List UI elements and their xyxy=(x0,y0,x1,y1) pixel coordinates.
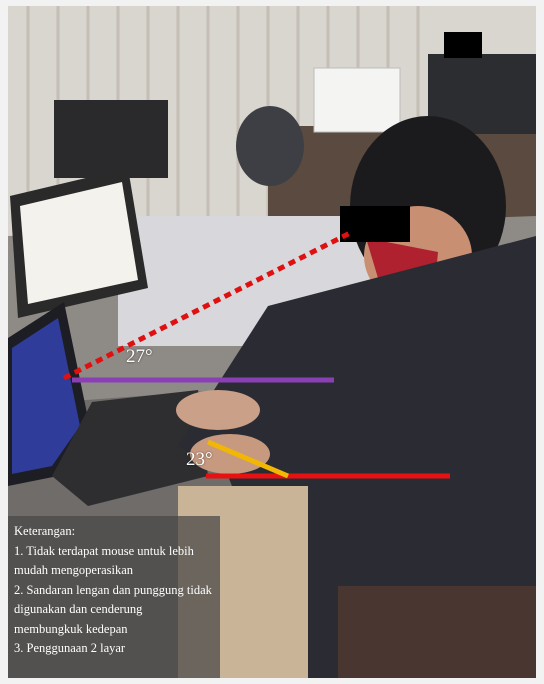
dark-monitor xyxy=(54,100,168,178)
image-frame: 27° 23° Keterangan: 1. Tidak terdapat mo… xyxy=(0,0,544,684)
privacy-box-top xyxy=(444,32,482,58)
privacy-box-face xyxy=(340,206,410,242)
right-hand xyxy=(176,390,260,430)
workstation-photo: 27° 23° Keterangan: 1. Tidak terdapat mo… xyxy=(8,6,536,678)
notes-title: Keterangan: xyxy=(14,524,76,538)
note-item-1: 1. Tidak terdapat mouse untuk lebih muda… xyxy=(14,543,194,578)
note-item-2: 2. Sandaran lengan dan punggung tidak di… xyxy=(14,582,212,636)
floor-furniture xyxy=(338,586,536,678)
angle-label-upper: 27° xyxy=(126,346,153,367)
back-monitor xyxy=(313,67,401,133)
angle-label-lower: 23° xyxy=(186,449,213,470)
backpack xyxy=(236,106,304,186)
notes-box: Keterangan: 1. Tidak terdapat mouse untu… xyxy=(8,516,220,678)
note-item-3: 3. Penggunaan 2 layar xyxy=(14,641,126,655)
